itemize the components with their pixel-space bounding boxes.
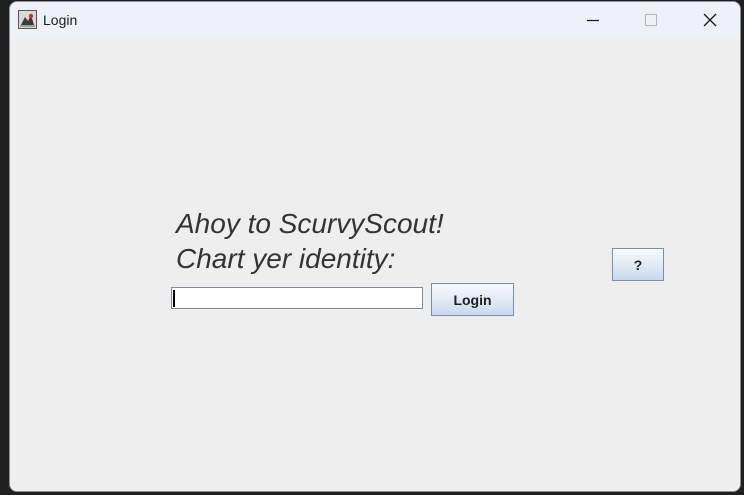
title-bar[interactable]: Login: [10, 2, 740, 39]
maximize-button[interactable]: [623, 2, 681, 39]
close-icon: [703, 13, 717, 27]
window-title: Login: [43, 12, 78, 28]
greeting-heading: Ahoy to ScurvyScout!: [176, 208, 444, 239]
content-panel: Ahoy to ScurvyScout! Chart yer identity:…: [10, 39, 740, 491]
minimize-button[interactable]: [565, 2, 623, 39]
identity-prompt: Chart yer identity:: [176, 243, 396, 274]
identity-input[interactable]: [171, 287, 423, 309]
help-button[interactable]: ?: [612, 248, 664, 281]
app-icon: [18, 10, 37, 29]
login-button[interactable]: Login: [431, 283, 514, 316]
maximize-icon: [645, 14, 657, 26]
text-caret: [173, 290, 175, 307]
minimize-icon: [587, 19, 599, 22]
close-button[interactable]: [682, 2, 740, 39]
login-window: Login Ahoy to ScurvyScout! Chart yer ide…: [9, 1, 741, 492]
